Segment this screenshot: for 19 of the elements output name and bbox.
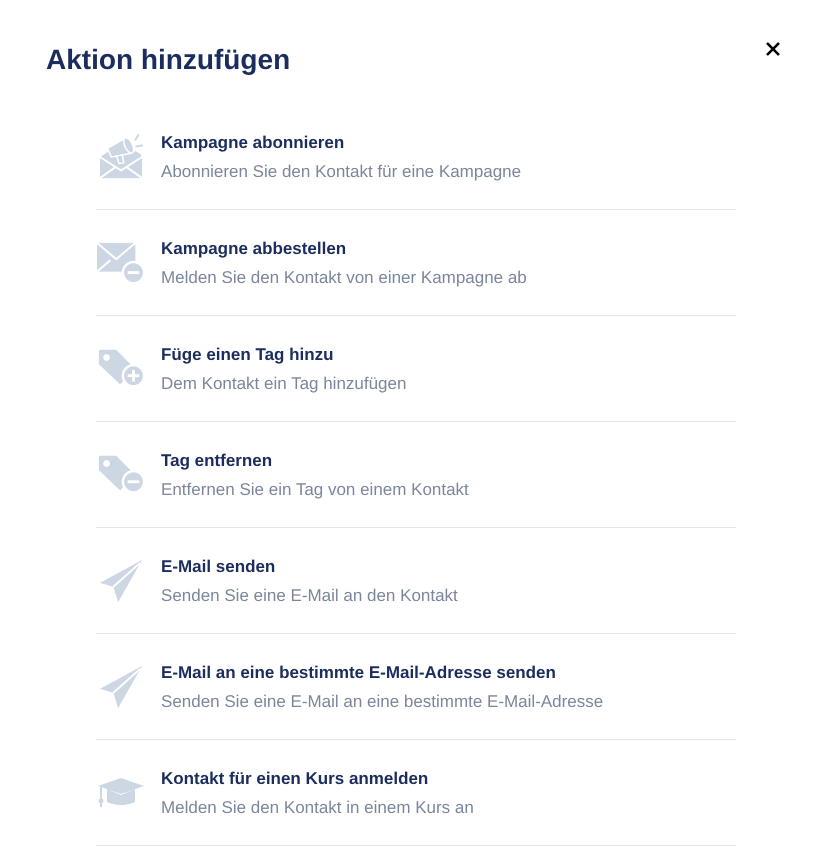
action-title[interactable]: Kampagne abonnieren [161, 132, 344, 154]
action-description: Dem Kontakt ein Tag hinzufügen [161, 373, 406, 395]
action-description: Senden Sie eine E-Mail an eine bestimmte E-Mail-Adresse [161, 691, 604, 713]
action-description: Entfernen Sie ein Tag von einem Kontakt [161, 479, 469, 501]
paper-plane-icon [98, 558, 144, 604]
action-description: Senden Sie eine E-Mail an den Kontakt [161, 585, 458, 607]
dialog-title: Aktion hinzufügen [46, 43, 290, 77]
action-title[interactable]: Füge einen Tag hinzu [161, 344, 334, 366]
action-description: Melden Sie den Kontakt in einem Kurs an [161, 797, 474, 819]
action-title[interactable]: Tag entfernen [161, 450, 272, 472]
action-title[interactable]: Kampagne abbestellen [161, 238, 346, 260]
paper-plane-icon [98, 664, 144, 710]
action-description: Abonnieren Sie den Kontakt für eine Kampagne [161, 161, 522, 183]
action-title[interactable]: E-Mail an eine bestimmte E-Mail-Adresse senden [161, 662, 556, 684]
envelope-megaphone-icon [97, 134, 145, 180]
action-title[interactable]: E-Mail senden [161, 556, 276, 578]
action-description: Melden Sie den Kontakt von einer Kampagne ab [161, 267, 527, 289]
action-title[interactable]: Kontakt für einen Kurs anmelden [161, 768, 428, 790]
close-icon [766, 42, 780, 56]
